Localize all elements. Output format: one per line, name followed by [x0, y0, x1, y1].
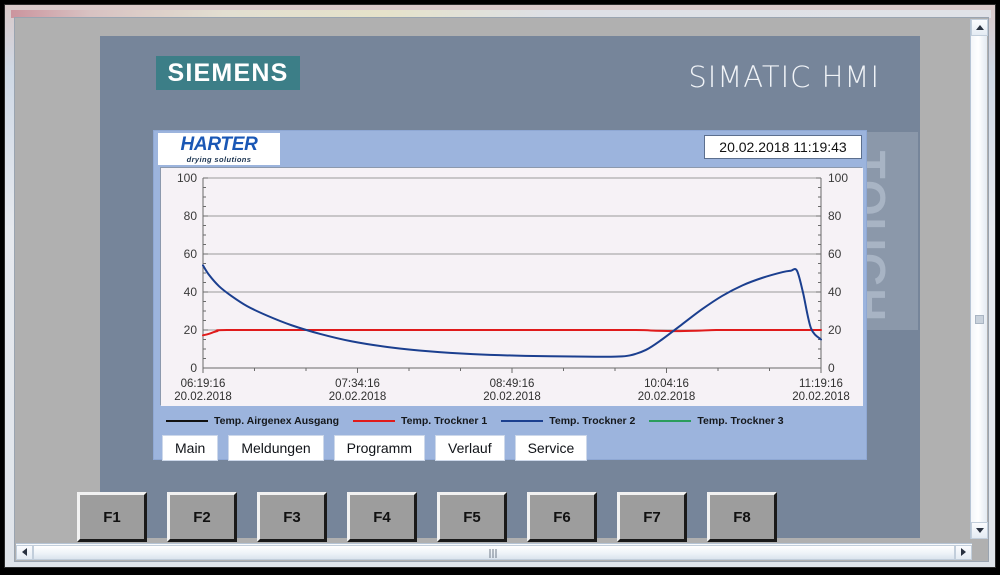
- legend-item-1: Temp. Trockner 1: [353, 415, 487, 427]
- chevron-up-icon: [975, 25, 984, 30]
- chart-legend: Temp. Airgenex Ausgang Temp. Trockner 1 Te…: [160, 412, 862, 430]
- y-axis-tick-label-left: 0: [190, 361, 197, 375]
- siemens-logo-text: SIEMENS: [167, 58, 289, 87]
- product-title: SIMATIC HMI: [688, 60, 880, 94]
- application-header: HARTER drying solutions 20.02.2018 11:19…: [154, 131, 866, 165]
- function-key-row: F1 F2 F3 F4 F5 F6 F7 F8: [77, 491, 777, 543]
- scrollbar-grip-icon: [489, 548, 499, 558]
- function-key-f6[interactable]: F6: [527, 492, 597, 542]
- function-key-f1[interactable]: F1: [77, 492, 147, 542]
- x-axis-date-label: 20.02.2018: [483, 391, 541, 403]
- chevron-down-icon: [975, 528, 984, 533]
- legend-swatch-icon: [501, 420, 544, 422]
- x-axis-date-label: 20.02.2018: [174, 391, 232, 403]
- nav-button-programm[interactable]: Programm: [333, 435, 425, 461]
- trend-chart[interactable]: 0 20 40 60 80 100 0 20 40 60 80 100 06:19:16 20.02.20…: [160, 167, 863, 406]
- function-key-f3[interactable]: F3: [257, 492, 327, 542]
- legend-label: Temp. Trockner 2: [549, 415, 636, 427]
- y-axis-tick-label-right: 0: [828, 361, 835, 375]
- y-axis-tick-label-left: 80: [184, 209, 198, 223]
- y-axis-tick-label-left: 100: [177, 171, 197, 185]
- x-axis-time-label: 08:49:16: [490, 378, 535, 390]
- y-axis-tick-label-right: 60: [828, 247, 842, 261]
- horizontal-scrollbar[interactable]: [16, 543, 972, 560]
- y-axis-tick-label-left: 40: [184, 285, 198, 299]
- y-axis-tick-label-right: 20: [828, 323, 842, 337]
- function-key-f2[interactable]: F2: [167, 492, 237, 542]
- touch-strip: TOUCH: [843, 132, 918, 330]
- harter-logo: HARTER drying solutions: [158, 133, 280, 165]
- legend-label: Temp. Trockner 3: [697, 415, 784, 427]
- scroll-right-button[interactable]: [955, 544, 972, 560]
- screenshot-root: SIEMENS SIMATIC HMI TOUCH HARTER drying …: [0, 0, 1000, 575]
- datetime-display: 20.02.2018 11:19:43: [704, 135, 862, 159]
- legend-label: Temp. Trockner 1: [401, 415, 488, 427]
- x-axis-time-label: 06:19:16: [181, 378, 226, 390]
- horizontal-scrollbar-track[interactable]: [33, 544, 955, 560]
- vertical-scrollbar[interactable]: [970, 19, 988, 539]
- x-axis-time-label: 07:34:16: [335, 378, 380, 390]
- harter-logo-tagline: drying solutions: [186, 155, 252, 164]
- window-frame: SIEMENS SIMATIC HMI TOUCH HARTER drying …: [4, 4, 996, 568]
- siemens-logo: SIEMENS: [156, 56, 300, 90]
- trend-chart-svg: 02040608010002040608010006:19:1620.02.20…: [161, 168, 863, 406]
- function-key-f4[interactable]: F4: [347, 492, 417, 542]
- function-key-f5[interactable]: F5: [437, 492, 507, 542]
- horizontal-scrollbar-thumb[interactable]: [33, 544, 955, 560]
- chevron-right-icon: [961, 548, 966, 556]
- harter-logo-brand: HARTER: [180, 134, 258, 155]
- x-axis-time-label: 10:04:16: [644, 378, 689, 390]
- legend-item-0: Temp. Airgenex Ausgang: [166, 415, 339, 427]
- nav-button-main[interactable]: Main: [162, 435, 219, 461]
- scroll-left-button[interactable]: [16, 544, 33, 560]
- y-axis-tick-label-right: 100: [828, 171, 848, 185]
- legend-item-2: Temp. Trockner 2: [501, 415, 635, 427]
- chevron-left-icon: [22, 548, 27, 556]
- legend-swatch-icon: [353, 420, 396, 422]
- x-axis-date-label: 20.02.2018: [638, 391, 696, 403]
- function-key-f8[interactable]: F8: [707, 492, 777, 542]
- legend-item-3: Temp. Trockner 3: [649, 415, 784, 427]
- x-axis-time-label: 11:19:16: [799, 378, 843, 390]
- y-axis-tick-label-right: 80: [828, 209, 842, 223]
- legend-swatch-icon: [166, 420, 208, 422]
- x-axis-date-label: 20.02.2018: [329, 391, 387, 403]
- function-key-f7[interactable]: F7: [617, 492, 687, 542]
- y-axis-tick-label-left: 60: [184, 247, 198, 261]
- y-axis-tick-label-left: 20: [184, 323, 198, 337]
- legend-label: Temp. Airgenex Ausgang: [214, 415, 340, 427]
- scroll-up-button[interactable]: [971, 19, 988, 36]
- application-screen: HARTER drying solutions 20.02.2018 11:19…: [153, 130, 867, 461]
- hmi-device-bezel: SIEMENS SIMATIC HMI TOUCH HARTER drying …: [100, 36, 920, 538]
- navigation-bar: Main Meldungen Programm Verlauf Service: [162, 435, 588, 461]
- nav-button-service[interactable]: Service: [514, 435, 588, 461]
- vertical-scrollbar-thumb[interactable]: [975, 315, 984, 324]
- nav-button-verlauf[interactable]: Verlauf: [435, 435, 505, 461]
- x-axis-date-label: 20.02.2018: [792, 391, 850, 403]
- legend-swatch-icon: [649, 420, 692, 422]
- scroll-down-button[interactable]: [971, 522, 988, 539]
- y-axis-tick-label-right: 40: [828, 285, 842, 299]
- nav-button-meldungen[interactable]: Meldungen: [228, 435, 324, 461]
- window-client-area: SIEMENS SIMATIC HMI TOUCH HARTER drying …: [14, 17, 989, 562]
